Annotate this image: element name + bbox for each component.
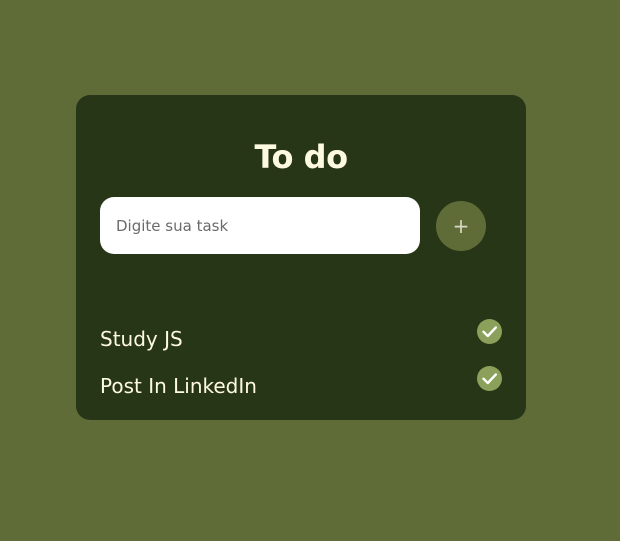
task-input[interactable] <box>100 197 420 254</box>
check-circle-icon[interactable] <box>477 319 502 344</box>
list-item: Study JS <box>100 315 502 362</box>
task-label: Study JS <box>100 326 183 351</box>
page-title: To do <box>254 138 348 176</box>
task-label: Post In LinkedIn <box>100 373 257 398</box>
todo-card: To do + Study JS Post In LinkedIn <box>76 95 526 420</box>
add-task-button[interactable]: + <box>436 201 486 251</box>
list-item: Post In LinkedIn <box>100 362 502 409</box>
task-list: Study JS Post In LinkedIn <box>100 315 502 409</box>
check-circle-icon[interactable] <box>477 366 502 391</box>
plus-icon: + <box>452 214 470 238</box>
